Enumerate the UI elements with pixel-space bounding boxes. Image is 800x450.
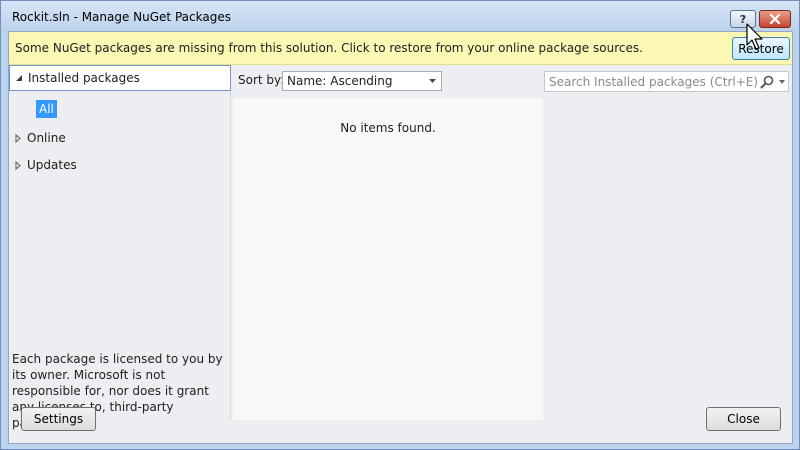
sidebar: Installed packages All Online Updates Ea… <box>9 65 231 430</box>
search-input[interactable]: Search Installed packages (Ctrl+E) <box>544 71 789 92</box>
collapsed-arrow-icon <box>9 160 27 170</box>
title-bar[interactable]: Rockit.sln - Manage NuGet Packages ? <box>1 1 799 31</box>
restore-infobar: Some NuGet packages are missing from thi… <box>9 32 792 65</box>
sidebar-item-all[interactable]: All <box>36 100 57 118</box>
close-icon <box>769 14 781 24</box>
sidebar-item-updates[interactable]: Updates <box>9 152 231 178</box>
mouse-cursor-icon <box>746 23 763 50</box>
sidebar-item-online[interactable]: Online <box>9 125 231 151</box>
sidebar-item-installed-packages[interactable]: Installed packages <box>9 65 231 91</box>
dialog-footer: Settings Close <box>9 388 792 443</box>
sort-bar: Sort by: Name: Ascending <box>233 69 543 91</box>
window-title: Rockit.sln - Manage NuGet Packages <box>12 10 231 24</box>
sort-dropdown[interactable]: Name: Ascending <box>282 71 442 91</box>
sort-label: Sort by: <box>238 73 285 87</box>
close-button[interactable]: Close <box>706 407 781 431</box>
sidebar-item-label: Online <box>27 131 66 145</box>
settings-button[interactable]: Settings <box>21 407 96 431</box>
dialog-client-area: Some NuGet packages are missing from thi… <box>8 31 793 444</box>
search-icon[interactable] <box>760 75 774 89</box>
chevron-down-icon[interactable] <box>779 80 785 84</box>
empty-message: No items found. <box>340 121 436 135</box>
package-details-pane <box>543 98 792 420</box>
infobar-message: Some NuGet packages are missing from thi… <box>15 41 643 55</box>
sidebar-item-label: Updates <box>27 158 77 172</box>
package-list: No items found. <box>233 98 543 420</box>
chevron-down-icon <box>429 79 436 83</box>
sort-value: Name: Ascending <box>287 74 393 88</box>
collapsed-arrow-icon <box>9 133 27 143</box>
sidebar-item-label: Installed packages <box>28 71 140 85</box>
search-placeholder: Search Installed packages (Ctrl+E) <box>549 74 759 89</box>
expanded-arrow-icon <box>10 74 28 82</box>
nuget-dialog-window: Rockit.sln - Manage NuGet Packages ? Som… <box>0 0 800 450</box>
